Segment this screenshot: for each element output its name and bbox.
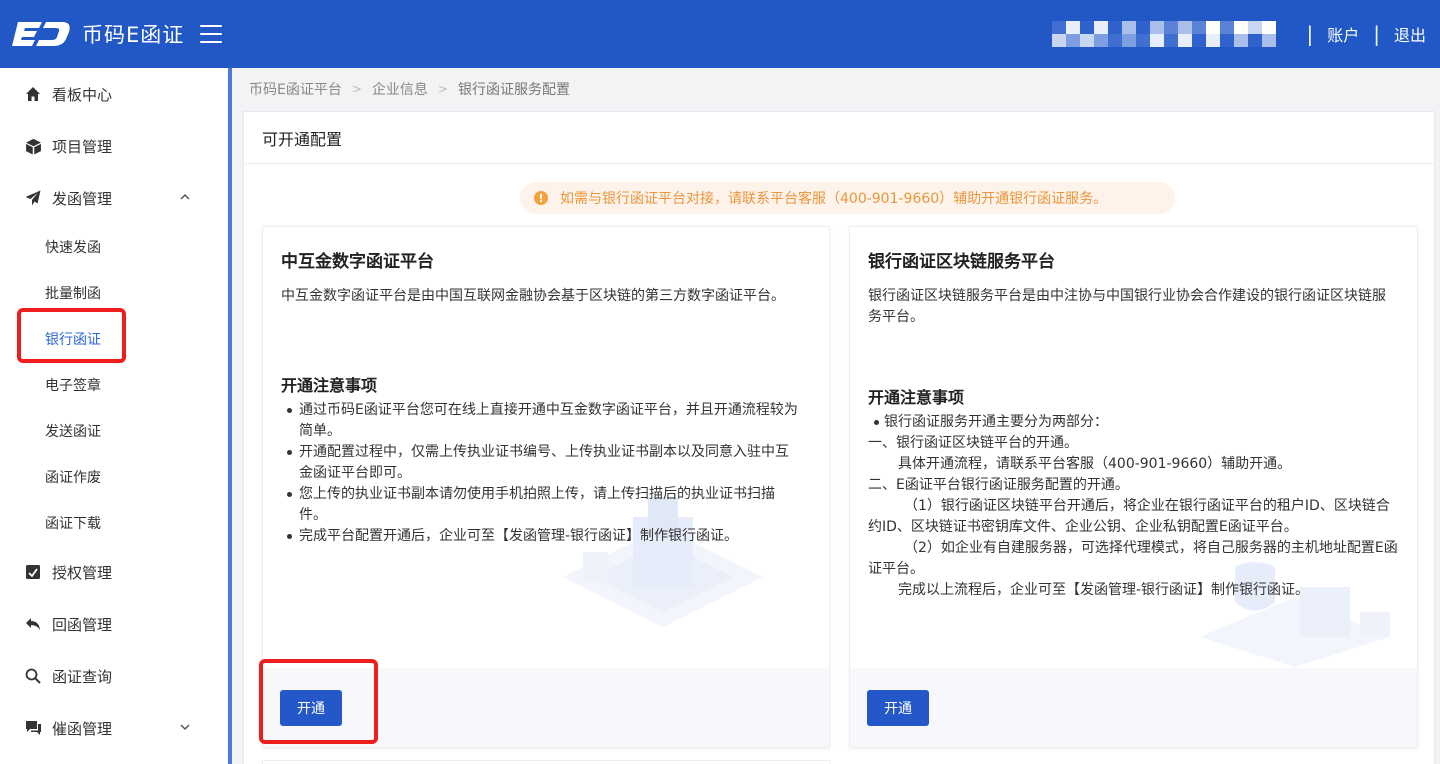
sidebar-scrollbar[interactable] (228, 68, 232, 764)
sidebar-item-confirmation-query[interactable]: 函证查询 (0, 650, 230, 702)
card-footer: 开通 (850, 668, 1417, 747)
sidebar-item-authorization[interactable]: 授权管理 (0, 546, 230, 598)
sidebar-subitem-void-confirmation[interactable]: 函证作废 (0, 454, 230, 500)
notes-list: 银行函证服务开通主要分为两部分： (868, 412, 1399, 433)
breadcrumb-separator: > (437, 82, 448, 96)
next-card-edge (262, 760, 830, 764)
brand-name: 币码E函证 (82, 23, 185, 47)
logout-link[interactable]: 退出 (1394, 22, 1426, 46)
send-icon (24, 189, 42, 207)
notes-step-line: （1）银行函证区块链平台开通后，将企业在银行函证平台的租户ID、区块链合约ID、… (868, 498, 1390, 535)
notes-steps: 一、银行函证区块链平台的开通。 具体开通流程，请联系平台客服（400-901-9… (868, 433, 1399, 601)
notes-list: 通过币码E函证平台您可在线上直接开通中互金数字函证平台，并且开通流程较为简单。 … (281, 400, 811, 547)
sidebar-item-reply-management[interactable]: 回函管理 (0, 598, 230, 650)
chevron-up-icon (180, 193, 190, 200)
notice-text: 如需与银行函证平台对接，请联系平台客服（400-901-9660）辅助开通银行函… (560, 191, 1108, 207)
brand-logo-icon (12, 19, 72, 49)
sidebar-item-label: 催函管理 (52, 719, 113, 738)
header-divider: | (1373, 22, 1380, 46)
notes-list-item: 银行函证服务开通主要分为两部分： (868, 412, 1399, 433)
sidebar-subitem-download-confirmation[interactable]: 函证下载 (0, 500, 230, 546)
open-button[interactable]: 开通 (280, 689, 342, 726)
account-link[interactable]: 账户 (1327, 22, 1359, 46)
cube-icon (24, 137, 42, 155)
panel-title: 可开通配置 (244, 112, 1434, 164)
card-description: 银行函证区块链服务平台是由中注协与中国银行业协会合作建设的银行函证区块链服务平台… (868, 288, 1386, 325)
brand-area: 币码E函证 (0, 0, 230, 68)
sidebar-item-label: 发函管理 (52, 189, 113, 208)
header-user-area: | 账户 | 退出 (1052, 21, 1440, 47)
card-title: 中互金数字函证平台 (281, 252, 434, 272)
card-notes-title: 开通注意事项 (868, 388, 965, 407)
notes-step-line: （2）如企业有自建服务器，可选择代理模式，将自己服务器的主机地址配置E函证平台。 (868, 540, 1398, 577)
masked-username (1052, 21, 1277, 47)
notes-step-line: 二、E函证平台银行函证服务配置的开通。 (868, 477, 1129, 493)
notes-step-line: 具体开通流程，请联系平台客服（400-901-9660）辅助开通。 (898, 456, 1292, 472)
notes-step-line: 一、银行函证区块链平台的开通。 (868, 435, 1078, 451)
top-header: 币码E函证 | 账户 | 退出 (0, 0, 1440, 68)
sidebar-subitem-batch-create[interactable]: 批量制函 (0, 270, 230, 316)
card-title: 银行函证区块链服务平台 (868, 252, 1055, 272)
reply-icon (24, 615, 42, 633)
card-body: 银行函证区块链服务平台 银行函证区块链服务平台是由中注协与中国银行业协会合作建设… (850, 227, 1417, 670)
breadcrumb: 币码E函证平台 > 企业信息 > 银行函证服务配置 (249, 80, 570, 98)
sidebar-item-label: 看板中心 (52, 85, 113, 104)
notes-list-item: 通过币码E函证平台您可在线上直接开通中互金数字函证平台，并且开通流程较为简单。 (281, 400, 811, 442)
sidebar-item-dashboard[interactable]: 看板中心 (0, 68, 230, 120)
breadcrumb-separator: > (351, 82, 362, 96)
warning-icon: ! (534, 191, 548, 205)
notes-list-item: 您上传的执业证书副本请勿使用手机拍照上传，请上传扫描后的执业证书扫描件。 (281, 484, 811, 526)
sidebar-subitem-bank-confirmation[interactable]: 银行函证 (0, 316, 230, 362)
notes-step-line: 完成以上流程后，企业可至【发函管理-银行函证】制作银行函证。 (898, 582, 1310, 598)
sidebar-item-reminder-management[interactable]: 催函管理 (0, 702, 230, 754)
notes-list-item: 开通配置过程中，仅需上传执业证书编号、上传执业证书副本以及同意入驻中互金函证平台… (281, 442, 811, 484)
card-footer: 开通 (263, 668, 829, 747)
menu-toggle-icon[interactable] (200, 25, 223, 43)
search-icon (24, 667, 42, 685)
sidebar-subitem-send-confirmation[interactable]: 发送函证 (0, 408, 230, 454)
notes-list-item: 完成平台配置开通后，企业可至【发函管理-银行函证】制作银行函证。 (281, 526, 811, 547)
card-body: 中互金数字函证平台 中互金数字函证平台是由中国互联网金融协会基于区块链的第三方数… (263, 227, 829, 670)
chat-icon (24, 719, 42, 737)
home-icon (24, 85, 42, 103)
card-description: 中互金数字函证平台是由中国互联网金融协会基于区块链的第三方数字函证平台。 (281, 288, 785, 304)
config-panel: 可开通配置 ! 如需与银行函证平台对接，请联系平台客服（400-901-9660… (243, 111, 1435, 764)
card-notes-title: 开通注意事项 (281, 376, 378, 395)
sidebar-item-label: 函证查询 (52, 667, 113, 686)
sidebar: 看板中心 项目管理 发函管理 快速发函 批量制函 银行函证 电子签章 发送函证 … (0, 68, 230, 764)
sidebar-item-label: 项目管理 (52, 137, 113, 156)
notice-banner: ! 如需与银行函证平台对接，请联系平台客服（400-901-9660）辅助开通银… (520, 182, 1175, 214)
platform-card-bank-blockchain: 银行函证区块链服务平台 银行函证区块链服务平台是由中注协与中国银行业协会合作建设… (849, 226, 1418, 748)
sidebar-subitem-quick-send[interactable]: 快速发函 (0, 224, 230, 270)
sidebar-item-projects[interactable]: 项目管理 (0, 120, 230, 172)
header-divider: | (1306, 22, 1314, 46)
breadcrumb-item[interactable]: 币码E函证平台 (249, 79, 342, 99)
sidebar-item-label: 授权管理 (52, 563, 113, 582)
breadcrumb-current: 银行函证服务配置 (457, 82, 570, 98)
chevron-down-icon (180, 724, 190, 731)
sidebar-subitem-e-signature[interactable]: 电子签章 (0, 362, 230, 408)
sidebar-item-label: 回函管理 (52, 615, 113, 634)
platform-card-zhonghujin: 中互金数字函证平台 中互金数字函证平台是由中国互联网金融协会基于区块链的第三方数… (262, 226, 830, 748)
sidebar-item-send-management[interactable]: 发函管理 (0, 172, 230, 224)
open-button[interactable]: 开通 (867, 689, 929, 726)
authorize-icon (24, 563, 42, 581)
breadcrumb-item[interactable]: 企业信息 (372, 79, 428, 99)
